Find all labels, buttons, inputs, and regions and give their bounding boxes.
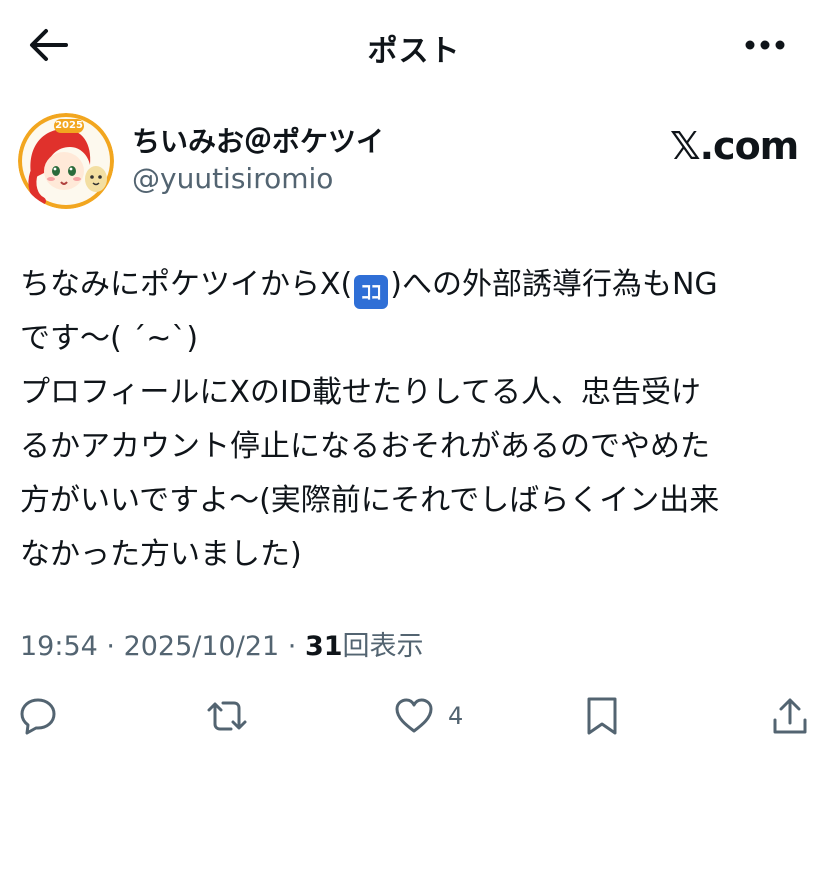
like-count: 4	[448, 702, 464, 730]
page-title: ポスト	[367, 34, 461, 69]
reply-icon	[20, 698, 56, 735]
koko-emoji-badge: ｺｺ	[354, 275, 389, 309]
post-date[interactable]: 2025/10/21	[124, 631, 280, 662]
post-line-6: なかった方いました)	[20, 537, 302, 572]
action-bar: 4	[0, 692, 828, 742]
brand-logo: 𝕏.com	[670, 124, 799, 168]
meta-separator: ·	[279, 631, 305, 662]
share-icon	[773, 698, 807, 734]
post-time[interactable]: 19:54	[20, 631, 98, 662]
post-line-1: ちなみにポケツイからX(ｺｺ)への外部誘導行為もNG	[20, 258, 820, 312]
author-display-name[interactable]: ちいみお＠ポケツイ	[132, 120, 384, 160]
avatar-badge-text: 2025	[55, 120, 83, 131]
post-line-1-start: ちなみにポケツイからX(	[20, 267, 353, 302]
retweet-button[interactable]	[204, 692, 264, 740]
views-label[interactable]: 回表示	[343, 631, 424, 662]
post-line-5: 方がいいですよ〜(実際前にそれでしばらくイン出来	[20, 483, 720, 518]
share-button[interactable]	[770, 692, 810, 740]
post-line-3: プロフィールにXのID載せたりしてる人、忠告受け	[20, 375, 701, 410]
bookmark-icon	[587, 697, 617, 735]
views-count[interactable]: 31	[305, 631, 343, 662]
like-button[interactable]: 4	[394, 692, 463, 740]
post-line-1-end: )への外部誘導行為もNG	[390, 267, 718, 302]
author-handle[interactable]: @yuutisiromio	[132, 162, 333, 195]
meta-separator: ·	[97, 631, 124, 662]
top-bar: ポスト	[0, 0, 828, 90]
post-text: ちなみにポケツイからX(ｺｺ)への外部誘導行為もNG です〜( ´~`) プロフ…	[20, 258, 820, 582]
post-meta: 19:54 · 2025/10/21 · 31回表示	[20, 624, 424, 663]
retweet-icon	[207, 701, 247, 731]
post-line-2: です〜( ´~`)	[20, 321, 199, 356]
more-options-button[interactable]	[740, 30, 790, 60]
post-line-4: るかアカウント停止になるおそれがあるのでやめた	[20, 429, 710, 464]
reply-button[interactable]	[18, 692, 72, 740]
more-dots-icon	[745, 40, 785, 50]
heart-icon	[395, 698, 433, 733]
bookmark-button[interactable]	[584, 692, 620, 740]
avatar[interactable]: 2025	[18, 113, 114, 209]
